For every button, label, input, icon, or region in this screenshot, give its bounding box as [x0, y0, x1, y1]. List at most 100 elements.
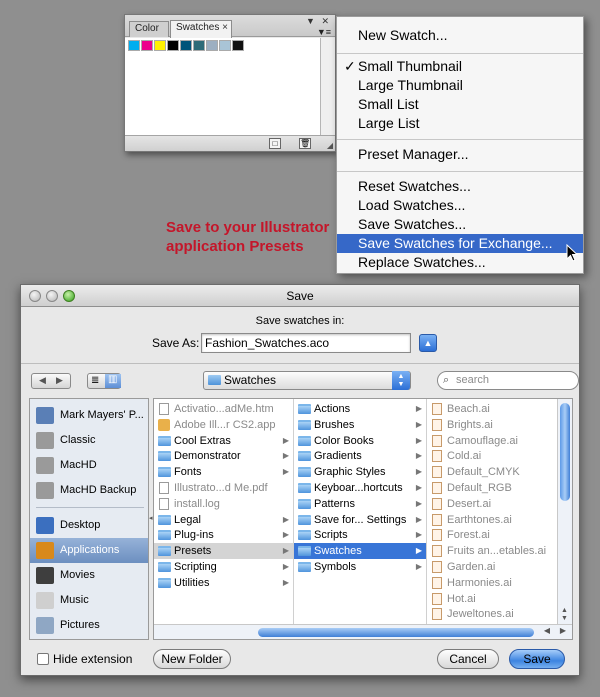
panel-window-controls[interactable]: ▼ ✕	[306, 16, 331, 27]
list-item[interactable]: Desert.ai	[427, 496, 558, 512]
column-view-button[interactable]: ▥	[105, 374, 121, 388]
list-item[interactable]: Adobe Ill...r CS2.app	[154, 417, 293, 433]
menu-item-new-swatch[interactable]: New Swatch...	[337, 26, 583, 45]
new-folder-button[interactable]: New Folder	[153, 649, 231, 669]
expand-dialog-button[interactable]: ▲	[419, 334, 437, 352]
list-item[interactable]: Forest.ai	[427, 527, 558, 543]
swatch-chip[interactable]	[193, 40, 205, 51]
list-item[interactable]: Graphic Styles ▶	[294, 464, 426, 480]
scroll-left-icon[interactable]: ◀	[544, 626, 550, 635]
list-item[interactable]: Cool Extras ▶	[154, 433, 293, 449]
sidebar-item[interactable]: Mark Mayers' P...	[30, 403, 148, 428]
back-forward-buttons[interactable]: ◀ ▶	[31, 373, 71, 389]
scroll-right-icon[interactable]: ▶	[560, 626, 566, 635]
swatch-chip[interactable]	[167, 40, 179, 51]
vertical-scroll-thumb[interactable]	[560, 403, 570, 501]
forward-arrow-icon[interactable]: ▶	[56, 375, 63, 386]
sidebar-item[interactable]: Classic	[30, 428, 148, 453]
sidebar-item[interactable]: Desktop	[30, 513, 148, 538]
zoom-window-icon[interactable]	[63, 290, 75, 302]
list-item[interactable]: install.log	[154, 496, 293, 512]
list-item[interactable]: Utilities ▶	[154, 575, 293, 591]
list-item[interactable]: Legal ▶	[154, 512, 293, 528]
list-item[interactable]: Activatio...adMe.htm	[154, 401, 293, 417]
hide-extension-checkbox[interactable]: Hide extension	[37, 652, 132, 666]
close-window-icon[interactable]	[29, 290, 41, 302]
scroll-arrows-icon[interactable]: ▲ ▼	[561, 607, 568, 623]
menu-item-small-thumbnail[interactable]: ✓ Small Thumbnail	[337, 57, 583, 76]
list-item[interactable]: Default_CMYK	[427, 464, 558, 480]
menu-item-save-swatches[interactable]: Save Swatches...	[337, 215, 583, 234]
swatch-chip[interactable]	[180, 40, 192, 51]
list-item[interactable]: Plug-ins ▶	[154, 527, 293, 543]
sidebar-item[interactable]: MacHD Backup	[30, 478, 148, 503]
menu-item-large-thumbnail[interactable]: Large Thumbnail	[337, 76, 583, 95]
vertical-scrollbar[interactable]: ▲ ▼	[557, 399, 572, 625]
swatch-chip[interactable]	[128, 40, 140, 51]
list-item[interactable]: Camouflage.ai	[427, 433, 558, 449]
list-item[interactable]: Keyboar...hortcuts ▶	[294, 480, 426, 496]
list-item[interactable]: Save for... Settings ▶	[294, 512, 426, 528]
list-item[interactable]: Default_RGB	[427, 480, 558, 496]
swatch-chip[interactable]	[232, 40, 244, 51]
minimize-window-icon[interactable]	[46, 290, 58, 302]
list-item[interactable]: Jeweltones.ai	[427, 606, 558, 622]
menu-item-reset-swatches[interactable]: Reset Swatches...	[337, 177, 583, 196]
list-item[interactable]: Scripts ▶	[294, 527, 426, 543]
swatch-chip[interactable]	[219, 40, 231, 51]
folder-path-popup[interactable]: Swatches ▲ ▼	[203, 371, 411, 390]
panel-scrollbar[interactable]	[321, 38, 335, 136]
list-view-icon[interactable]: ≣	[91, 375, 99, 386]
menu-item-small-list[interactable]: Small List	[337, 95, 583, 114]
list-item[interactable]: Demonstrator ▶	[154, 448, 293, 464]
resize-grip-icon[interactable]: ◢	[327, 141, 333, 150]
list-item[interactable]: Patterns ▶	[294, 496, 426, 512]
horizontal-scroll-thumb[interactable]	[258, 628, 534, 637]
list-item[interactable]: Gradients ▶	[294, 448, 426, 464]
sidebar-item[interactable]: MacHD	[30, 453, 148, 478]
swatch-chip[interactable]	[206, 40, 218, 51]
splitter-handle-icon[interactable]: ◂	[149, 514, 153, 522]
list-item[interactable]: Brushes ▶	[294, 417, 426, 433]
list-item[interactable]: Symbols ▶	[294, 559, 426, 575]
sidebar-item[interactable]: Movies	[30, 563, 148, 588]
horizontal-scrollbar[interactable]: ◀ ▶	[154, 624, 572, 639]
cancel-button[interactable]: Cancel	[437, 649, 499, 669]
tab-swatches[interactable]: Swatches ×	[170, 20, 232, 38]
menu-item-preset-manager[interactable]: Preset Manager...	[337, 145, 583, 164]
list-item[interactable]: Cold.ai	[427, 448, 558, 464]
list-item[interactable]: Presets ▶	[154, 543, 293, 560]
back-arrow-icon[interactable]: ◀	[39, 375, 46, 386]
tab-color[interactable]: Color	[129, 21, 169, 37]
list-item[interactable]: Brights.ai	[427, 417, 558, 433]
list-item[interactable]: Earthtones.ai	[427, 512, 558, 528]
view-mode-buttons[interactable]: ≣ ▥	[87, 373, 121, 389]
list-item[interactable]: Illustrato...d Me.pdf	[154, 480, 293, 496]
menu-item-load-swatches[interactable]: Load Swatches...	[337, 196, 583, 215]
close-icon[interactable]: ×	[222, 22, 228, 33]
sidebar-item[interactable]: Music	[30, 588, 148, 613]
list-item[interactable]: Fonts ▶	[154, 464, 293, 480]
panel-menu-icon[interactable]: ▼≡	[317, 27, 331, 37]
list-item[interactable]: Hot.ai	[427, 591, 558, 607]
list-item[interactable]: Scripting ▶	[154, 559, 293, 575]
swatch-chip[interactable]	[154, 40, 166, 51]
menu-item-replace-swatches[interactable]: Replace Swatches...	[337, 253, 583, 272]
trash-icon[interactable]: 🗑	[299, 138, 311, 149]
list-item[interactable]: Fruits an...etables.ai	[427, 543, 558, 559]
list-item[interactable]: Color Books ▶	[294, 433, 426, 449]
save-button[interactable]: Save	[509, 649, 565, 669]
list-item[interactable]: Actions ▶	[294, 401, 426, 417]
list-item[interactable]: Harmonies.ai	[427, 575, 558, 591]
list-item[interactable]: Beach.ai	[427, 401, 558, 417]
menu-item-large-list[interactable]: Large List	[337, 114, 583, 133]
new-swatch-icon[interactable]: □	[269, 138, 281, 149]
sidebar-item[interactable]: Pictures	[30, 613, 148, 638]
checkbox-icon[interactable]	[37, 653, 49, 665]
sidebar-item[interactable]: Applications	[30, 538, 148, 563]
filename-input[interactable]: Fashion_Swatches.aco	[201, 333, 411, 353]
menu-item-save-for-exchange[interactable]: Save Swatches for Exchange...	[337, 234, 583, 253]
list-item[interactable]: Swatches ▶	[294, 543, 426, 560]
search-input[interactable]: ⌕ search	[437, 371, 579, 390]
list-item[interactable]: Garden.ai	[427, 559, 558, 575]
